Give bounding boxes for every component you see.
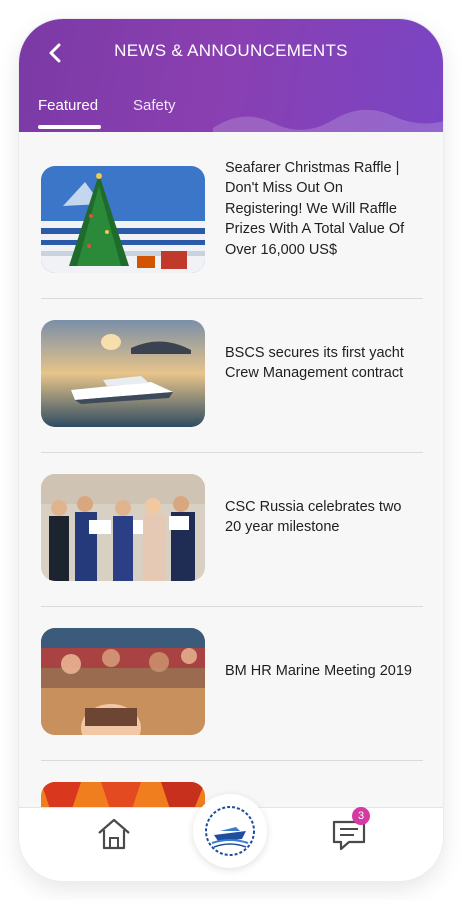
- header-bar: NEWS & ANNOUNCEMENTS Featured Safety: [19, 19, 443, 132]
- nav-home[interactable]: [95, 815, 133, 853]
- news-title: CSC Russia celebrates two 20 year milest…: [225, 498, 402, 536]
- phone-frame: NEWS & ANNOUNCEMENTS Featured Safety Sea…: [19, 19, 443, 881]
- tab-safety[interactable]: Safety: [133, 97, 176, 114]
- news-thumbnail: [41, 474, 205, 581]
- news-title: Seafarer Christmas Raffle | Don't Miss O…: [225, 159, 405, 258]
- news-title: BSCS secures its first yacht Crew Manage…: [225, 344, 404, 382]
- news-list: Seafarer Christmas Raffle | Don't Miss O…: [19, 132, 443, 822]
- news-item[interactable]: CSC Russia celebrates two 20 year milest…: [41, 440, 423, 607]
- active-tab-indicator: [38, 125, 101, 129]
- news-thumbnail: [41, 166, 205, 273]
- bottom-nav: 3: [19, 794, 443, 881]
- news-item[interactable]: Seafarer Christmas Raffle | Don't Miss O…: [41, 132, 423, 299]
- page-title: NEWS & ANNOUNCEMENTS: [114, 41, 348, 60]
- home-icon: [98, 818, 130, 850]
- news-title: BM HR Marine Meeting 2019: [225, 662, 412, 679]
- news-item[interactable]: BM HR Marine Meeting 2019: [41, 594, 423, 761]
- nav-center-logo[interactable]: [193, 794, 267, 868]
- header-decoration: [213, 109, 443, 132]
- ship-logo-icon: [205, 806, 255, 856]
- news-item[interactable]: BSCS secures its first yacht Crew Manage…: [41, 286, 423, 453]
- news-thumbnail: [41, 628, 205, 735]
- tab-featured[interactable]: Featured: [38, 97, 98, 114]
- notification-badge: 3: [352, 807, 370, 825]
- news-thumbnail: [41, 320, 205, 427]
